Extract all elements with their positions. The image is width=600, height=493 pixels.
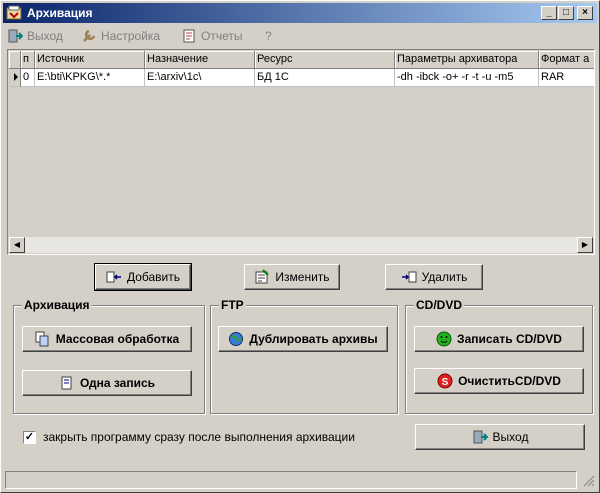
add-button-label: Добавить bbox=[126, 270, 181, 284]
archive-group-title: Архивация bbox=[22, 298, 92, 312]
maximize-button[interactable]: □ bbox=[558, 6, 574, 20]
exit-icon bbox=[8, 29, 23, 43]
horizontal-scrollbar[interactable]: ◀ ▶ bbox=[9, 237, 593, 253]
minimize-button[interactable]: _ bbox=[541, 6, 557, 20]
settings-icon bbox=[83, 29, 96, 42]
table-cell-resource[interactable]: БД 1С bbox=[255, 69, 395, 87]
globe-icon bbox=[229, 332, 244, 346]
menu-settings[interactable]: Настройка bbox=[81, 28, 160, 44]
close-after-label: закрыть программу сразу после выполнения… bbox=[43, 430, 355, 444]
menu-settings-label: Настройка bbox=[101, 29, 161, 43]
header-resource[interactable]: Ресурс bbox=[255, 51, 395, 69]
header-params[interactable]: Параметры архиватора bbox=[395, 51, 539, 69]
bulk-documents-icon bbox=[35, 331, 49, 347]
header-num[interactable]: п bbox=[21, 51, 35, 69]
delete-button-label: Удалить bbox=[421, 270, 468, 284]
write-cd-button[interactable]: Записать CD/DVD bbox=[414, 326, 584, 352]
window-title: Архивация bbox=[27, 6, 93, 20]
main-window: Архивация _ □ × Выход Настройка Отчеты ?… bbox=[0, 0, 600, 493]
duplicate-archives-label: Дублировать архивы bbox=[249, 332, 378, 346]
cd-dvd-group: CD/DVD bbox=[405, 298, 593, 414]
smiley-icon bbox=[436, 331, 452, 347]
bulk-process-label: Массовая обработка bbox=[55, 332, 180, 346]
exit-button-label: Выход bbox=[492, 430, 529, 444]
header-indicator bbox=[9, 51, 21, 69]
header-format[interactable]: Формат а bbox=[539, 51, 594, 69]
reports-icon bbox=[183, 29, 195, 43]
table-cell-num[interactable]: 0 bbox=[21, 69, 35, 87]
tasks-table[interactable]: п Источник Назначение Ресурс Параметры а… bbox=[7, 49, 595, 255]
menu-bar: Выход Настройка Отчеты ? bbox=[3, 25, 597, 47]
ftp-group-title: FTP bbox=[219, 298, 246, 312]
status-bar bbox=[3, 471, 597, 489]
clear-cd-label: ОчиститьCD/DVD bbox=[458, 374, 561, 388]
single-record-button[interactable]: Одна запись bbox=[22, 370, 192, 396]
svg-text:S: S bbox=[442, 377, 449, 388]
table-cell-format[interactable]: RAR bbox=[539, 69, 594, 87]
table-cell-params[interactable]: -dh -ibck -o+ -r -t -u -m5 bbox=[395, 69, 539, 87]
delete-icon bbox=[401, 271, 417, 283]
table-cell-source[interactable]: E:\bti\KPKG\*.* bbox=[35, 69, 145, 87]
archive-group: Архивация bbox=[13, 298, 205, 414]
edit-button[interactable]: Изменить bbox=[244, 264, 340, 290]
edit-button-label: Изменить bbox=[275, 270, 330, 284]
row-indicator bbox=[9, 69, 21, 87]
exit-door-icon bbox=[473, 430, 488, 444]
current-row-arrow-icon bbox=[14, 73, 18, 81]
resize-grip-icon[interactable] bbox=[583, 475, 595, 487]
clear-cd-button[interactable]: S ОчиститьCD/DVD bbox=[414, 368, 584, 394]
edit-icon bbox=[255, 269, 270, 284]
add-icon bbox=[106, 271, 121, 283]
table-cell-destination[interactable]: E:\arxiv\1c\ bbox=[145, 69, 255, 87]
close-after-checkbox[interactable]: ✓ bbox=[23, 431, 36, 444]
scroll-right-button[interactable]: ▶ bbox=[577, 237, 593, 253]
menu-reports-label: Отчеты bbox=[201, 29, 243, 43]
close-button[interactable]: × bbox=[577, 6, 593, 20]
header-source[interactable]: Источник bbox=[35, 51, 145, 69]
write-cd-label: Записать CD/DVD bbox=[457, 332, 562, 346]
status-pane bbox=[5, 471, 577, 489]
cd-dvd-group-title: CD/DVD bbox=[414, 298, 465, 312]
menu-help[interactable]: ? bbox=[265, 28, 272, 44]
add-button[interactable]: Добавить bbox=[94, 263, 192, 291]
delete-button[interactable]: Удалить bbox=[385, 264, 483, 290]
scroll-left-button[interactable]: ◀ bbox=[9, 237, 25, 253]
stop-icon: S bbox=[437, 373, 453, 389]
menu-help-label: ? bbox=[265, 29, 272, 43]
header-destination[interactable]: Назначение bbox=[145, 51, 255, 69]
ftp-group: FTP bbox=[210, 298, 398, 414]
duplicate-archives-button[interactable]: Дублировать архивы bbox=[218, 326, 388, 352]
single-document-icon bbox=[61, 376, 72, 390]
title-bar[interactable]: Архивация _ □ × bbox=[3, 3, 597, 23]
menu-reports[interactable]: Отчеты bbox=[181, 28, 242, 44]
single-record-label: Одна запись bbox=[79, 376, 156, 390]
bulk-process-button[interactable]: Массовая обработка bbox=[22, 326, 192, 352]
app-icon bbox=[6, 5, 22, 20]
menu-exit[interactable]: Выход bbox=[7, 28, 63, 44]
exit-button[interactable]: Выход bbox=[415, 424, 585, 450]
menu-exit-label: Выход bbox=[27, 29, 63, 43]
